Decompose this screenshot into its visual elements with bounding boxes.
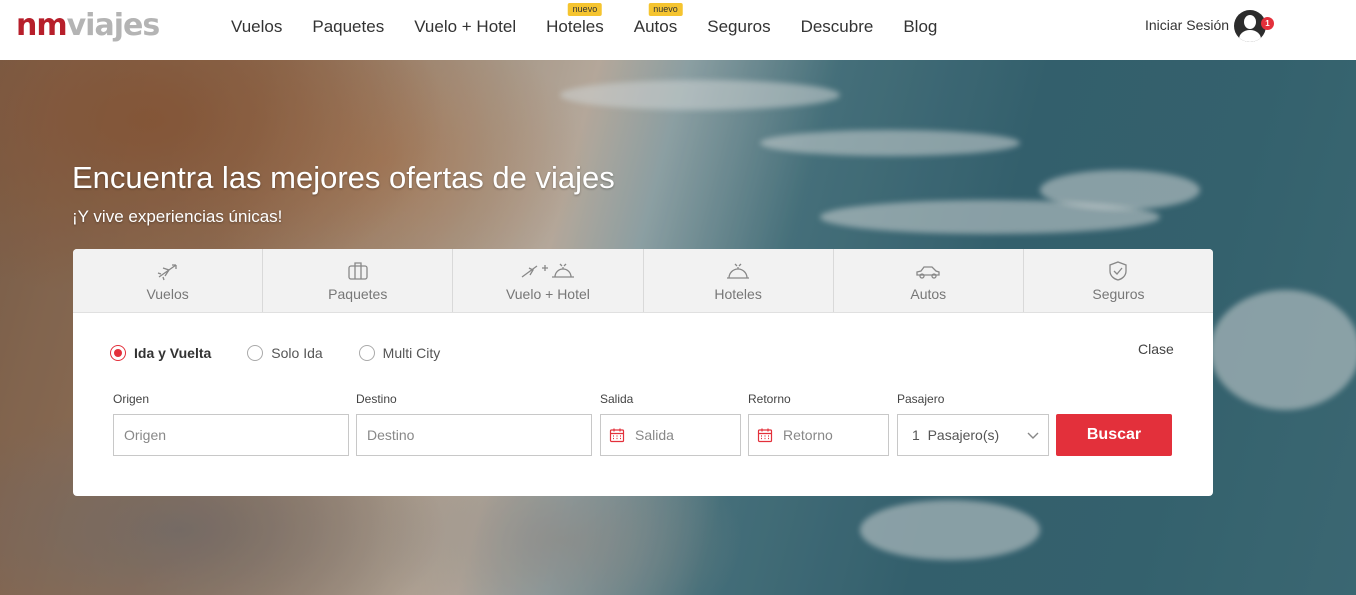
tab-label: Vuelos [146, 285, 189, 302]
radio-multi-city[interactable]: Multi City [358, 345, 441, 361]
logo-part-nm: nm [16, 8, 68, 43]
nav-label: Blog [903, 17, 938, 36]
tab-label: Paquetes [328, 285, 388, 302]
nav-label: Paquetes [312, 17, 385, 36]
notification-badge: 1 [1261, 17, 1274, 30]
tab-hoteles[interactable]: Hoteles [644, 249, 834, 312]
pasajero-value: 1 Pasajero(s) [912, 427, 1000, 443]
new-badge: nuevo [648, 3, 683, 16]
origen-field [113, 414, 349, 456]
calendar-icon [757, 428, 773, 443]
tab-label: Hoteles [714, 285, 762, 302]
nav-item-blog[interactable]: Blog [888, 1, 952, 53]
pasajero-select[interactable]: 1 Pasajero(s) [897, 414, 1049, 456]
tab-label: Seguros [1092, 285, 1145, 302]
chevron-down-icon [1027, 432, 1039, 439]
avatar-head [1244, 15, 1256, 29]
tab-vuelo-hotel[interactable]: Vuelo + Hotel [453, 249, 644, 312]
nav-label: Vuelos [231, 17, 283, 36]
shield-icon [1109, 260, 1128, 281]
retorno-field [748, 414, 889, 456]
tab-autos[interactable]: Autos [834, 249, 1024, 312]
suitcase-icon [348, 261, 368, 280]
nav-item-hoteles[interactable]: nuevo Hoteles [531, 1, 619, 53]
nav-item-autos[interactable]: nuevo Autos [619, 1, 692, 53]
tab-seguros[interactable]: Seguros [1024, 249, 1213, 312]
tab-paquetes[interactable]: Paquetes [263, 249, 454, 312]
search-button[interactable]: Buscar [1056, 414, 1172, 456]
salida-label: Salida [600, 392, 634, 406]
radio-dot [358, 345, 375, 361]
nav-label: Vuelo + Hotel [414, 17, 517, 36]
radio-label: Multi City [382, 345, 441, 361]
nav-label: Hoteles [546, 17, 604, 36]
origen-input[interactable] [124, 427, 348, 443]
nav-item-seguros[interactable]: Seguros [692, 1, 785, 53]
trip-type-group: Ida y Vuelta Solo Ida Multi City [110, 345, 476, 361]
main-nav: Vuelos Paquetes Vuelo + Hotel nuevo Hote… [216, 0, 952, 60]
radio-solo-ida[interactable]: Solo Ida [247, 345, 323, 361]
new-badge: nuevo [567, 3, 603, 16]
hero-title: Encuentra las mejores ofertas de viajes [72, 160, 615, 195]
destino-label: Destino [356, 392, 397, 406]
nav-label: Seguros [707, 17, 771, 36]
hotel-bell-icon [727, 263, 750, 279]
hero-subtitle: ¡Y vive experiencias únicas! [72, 207, 283, 226]
plane-icon [157, 263, 177, 280]
radio-dot [247, 345, 264, 361]
calendar-icon [609, 428, 625, 443]
radio-ida-y-vuelta[interactable]: Ida y Vuelta [110, 345, 211, 361]
nav-label: Autos [633, 17, 678, 36]
salida-input[interactable] [635, 427, 740, 443]
search-card: Vuelos Paquetes Vuelo + Hotel Hoteles Au… [73, 249, 1213, 496]
nav-item-vuelo-hotel[interactable]: Vuelo + Hotel [399, 1, 531, 53]
nav-item-descubre[interactable]: Descubre [786, 1, 889, 53]
destino-field [356, 414, 592, 456]
clase-selector[interactable]: Clase [1138, 341, 1174, 357]
tab-label: Autos [910, 285, 947, 302]
car-icon [916, 265, 940, 279]
pasajero-label: Pasajero [897, 392, 945, 406]
retorno-input[interactable] [783, 427, 888, 443]
site-header: nmviajes Vuelos Paquetes Vuelo + Hotel n… [0, 0, 1356, 60]
plane-hotel-icon [521, 263, 574, 278]
nav-item-vuelos[interactable]: Vuelos [216, 1, 297, 53]
destino-input[interactable] [367, 427, 591, 443]
radio-label: Ida y Vuelta [134, 345, 212, 361]
avatar-body [1239, 30, 1261, 42]
login-link[interactable]: Iniciar Sesión [1145, 17, 1229, 33]
origen-label: Origen [113, 392, 150, 406]
nav-item-paquetes[interactable]: Paquetes [297, 1, 399, 53]
logo[interactable]: nmviajes [16, 8, 161, 44]
nav-label: Descubre [800, 17, 874, 36]
tab-vuelos[interactable]: Vuelos [73, 249, 264, 312]
tab-label: Vuelo + Hotel [505, 285, 590, 302]
salida-field [600, 414, 741, 456]
logo-part-viajes: viajes [66, 8, 161, 43]
product-tabs: Vuelos Paquetes Vuelo + Hotel Hoteles Au… [73, 249, 1213, 313]
radio-label: Solo Ida [271, 345, 323, 361]
retorno-label: Retorno [748, 392, 791, 406]
radio-dot [110, 345, 126, 361]
